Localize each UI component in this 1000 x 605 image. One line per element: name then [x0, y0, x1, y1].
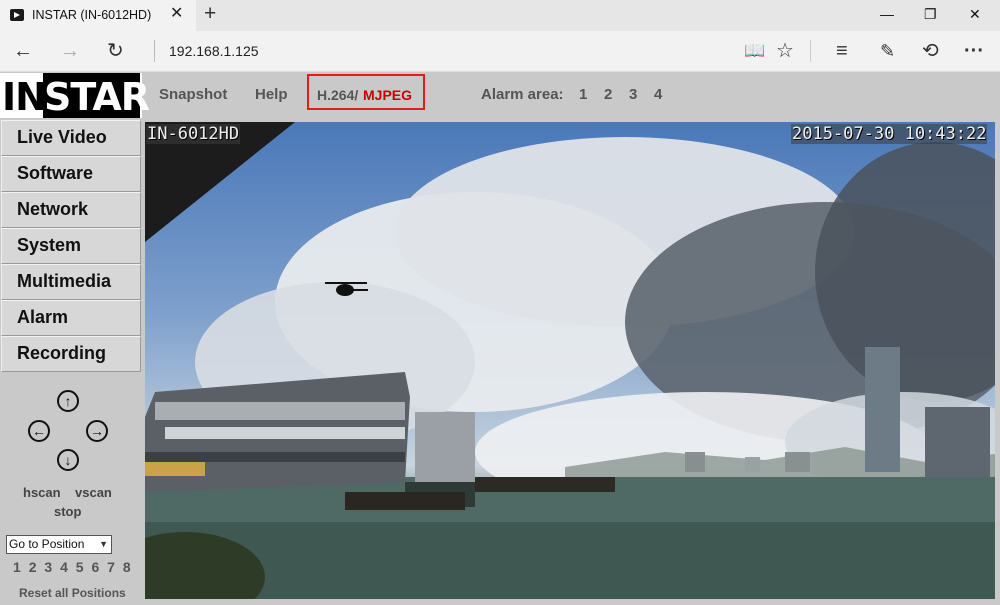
position-8[interactable]: 8 [123, 559, 131, 575]
nav-separator [154, 40, 155, 62]
browser-nav-bar: ← → ↻ 192.168.1.125 📖 ☆ ≡ ✎ ⟲ ··· [0, 31, 1000, 72]
help-link[interactable]: Help [255, 86, 288, 103]
video-scene [145, 122, 995, 599]
address-bar[interactable]: 192.168.1.125 [169, 43, 259, 59]
alarm-area-2[interactable]: 2 [604, 86, 612, 103]
chevron-down-icon: ▼ [99, 539, 108, 549]
web-note-icon[interactable]: ✎ [880, 39, 895, 63]
logo-text-star: STAR [44, 75, 150, 119]
codec-toggle[interactable]: H.264/ MJPEG [307, 74, 425, 110]
goto-position-select[interactable]: Go to Position ▼ [6, 535, 112, 554]
more-icon[interactable]: ··· [964, 39, 984, 63]
forward-icon[interactable]: → [60, 39, 80, 63]
new-tab-button[interactable]: + [204, 3, 216, 25]
position-6[interactable]: 6 [91, 559, 99, 575]
pan-down-icon[interactable]: ↓ [57, 449, 79, 471]
minimize-button[interactable]: — [880, 4, 894, 24]
position-1[interactable]: 1 [13, 559, 21, 575]
pan-right-icon[interactable]: → [86, 420, 108, 442]
sidebar-item-recording[interactable]: Recording [1, 336, 141, 372]
alarm-area-3[interactable]: 3 [629, 86, 637, 103]
browser-tab-bar: INSTAR (IN-6012HD) ✕ + — ❐ ✕ [0, 0, 1000, 31]
live-video-stream[interactable]: IN-6012HD 2015-07-30 10:43:22 [145, 122, 995, 599]
camera-web-ui: IN STAR Snapshot Help H.264/ MJPEG Alarm… [0, 72, 1000, 605]
share-icon[interactable]: ⟲ [922, 39, 939, 63]
position-2[interactable]: 2 [29, 559, 37, 575]
sidebar-item-software[interactable]: Software [1, 156, 141, 192]
position-5[interactable]: 5 [76, 559, 84, 575]
tab-close-icon[interactable]: ✕ [170, 5, 183, 23]
favorite-star-icon[interactable]: ☆ [776, 39, 794, 63]
alarm-area-4[interactable]: 4 [654, 86, 662, 103]
codec-mjpeg-link[interactable]: MJPEG [363, 87, 412, 103]
hscan-button[interactable]: hscan [23, 485, 61, 500]
tab-title: INSTAR (IN-6012HD) [32, 8, 152, 22]
pan-up-icon[interactable]: ↑ [57, 390, 79, 412]
restore-button[interactable]: ❐ [924, 4, 937, 24]
refresh-icon[interactable]: ↻ [107, 39, 124, 63]
position-4[interactable]: 4 [60, 559, 68, 575]
sidebar-item-multimedia[interactable]: Multimedia [1, 264, 141, 300]
reset-positions-link[interactable]: Reset all Positions [19, 586, 126, 600]
sidebar-item-system[interactable]: System [1, 228, 141, 264]
camera-name-overlay: IN-6012HD [146, 124, 241, 144]
alarm-area-label: Alarm area: [481, 86, 564, 103]
timestamp-overlay: 2015-07-30 10:43:22 [791, 124, 988, 144]
position-7[interactable]: 7 [107, 559, 115, 575]
timestamp-text: 2015-07-30 10:43:22 [791, 124, 988, 144]
browser-tab[interactable]: INSTAR (IN-6012HD) ✕ [0, 0, 196, 31]
window-close-button[interactable]: ✕ [969, 4, 981, 24]
goto-position-value: Go to Position [9, 537, 85, 551]
sidebar-item-live-video[interactable]: Live Video [1, 120, 141, 156]
sidebar-item-alarm[interactable]: Alarm [1, 300, 141, 336]
position-3[interactable]: 3 [44, 559, 52, 575]
codec-h264-link[interactable]: H.264/ [317, 87, 358, 103]
sidebar-item-network[interactable]: Network [1, 192, 141, 228]
back-icon[interactable]: ← [13, 39, 33, 63]
logo-text-in: IN [2, 75, 47, 119]
logo-star-block: STAR [43, 73, 150, 119]
pan-left-icon[interactable]: ← [28, 420, 50, 442]
camera-favicon-icon [10, 9, 24, 21]
instar-logo: IN STAR [0, 73, 150, 119]
snapshot-link[interactable]: Snapshot [159, 86, 227, 103]
hub-icon[interactable]: ≡ [836, 39, 848, 63]
alarm-area-1[interactable]: 1 [579, 86, 587, 103]
ptz-control-pad: ↑ ← → ↓ [20, 387, 120, 487]
sidebar-menu: Live Video Software Network System Multi… [1, 120, 141, 372]
nav-separator [810, 40, 811, 62]
camera-name-text: IN-6012HD [146, 124, 241, 144]
stop-button[interactable]: stop [54, 504, 81, 519]
vscan-button[interactable]: vscan [75, 485, 112, 500]
reading-view-icon[interactable]: 📖 [744, 39, 765, 63]
position-list: 1 2 3 4 5 6 7 8 [13, 559, 134, 575]
